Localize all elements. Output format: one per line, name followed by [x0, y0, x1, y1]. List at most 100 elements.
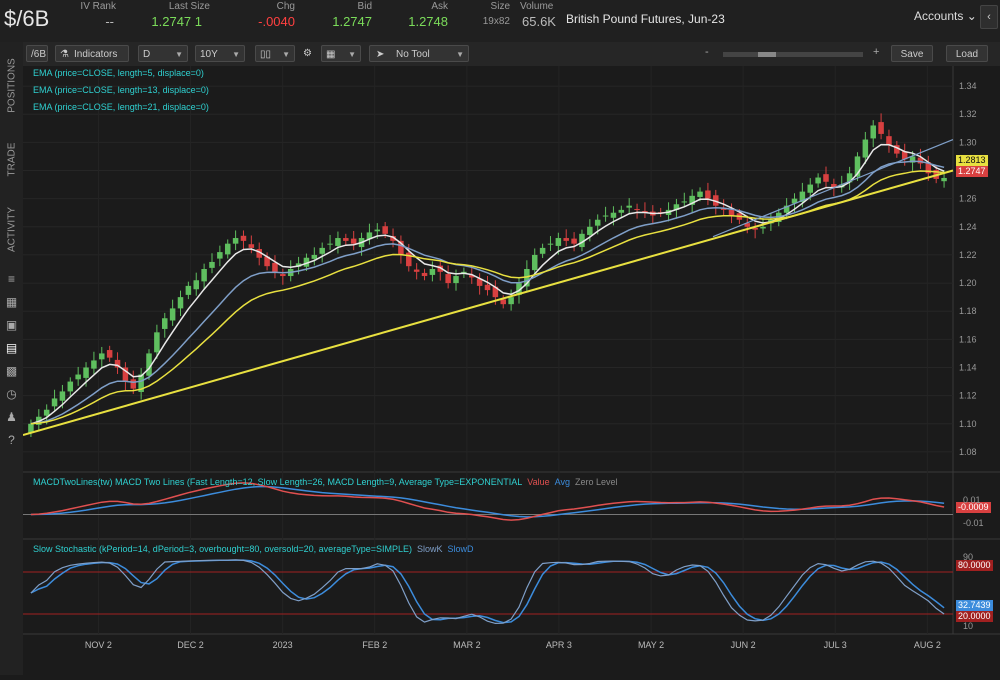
candle-body: [681, 201, 688, 203]
size-header: Size: [490, 1, 510, 12]
timeframe-select[interactable]: 10Y ▼: [195, 45, 245, 62]
indicators-button[interactable]: ⚗ Indicators: [55, 45, 129, 62]
candle-body: [154, 332, 160, 353]
tab-trade[interactable]: TRADE: [0, 132, 23, 192]
candle-body: [319, 247, 325, 254]
candle-body: [484, 284, 491, 291]
candle-body: [99, 353, 105, 360]
style-select[interactable]: ▦ ▼: [321, 45, 361, 62]
chart-area[interactable]: 1.341.321.301.281.261.241.221.201.181.16…: [22, 66, 1000, 675]
tab-trade-label: TRADE: [6, 142, 18, 177]
aggregation-select[interactable]: D ▼: [138, 45, 188, 62]
tab-activity[interactable]: ACTIVITY: [0, 202, 23, 262]
load-button[interactable]: Load: [946, 45, 988, 62]
caret-down-icon: ▼: [175, 50, 183, 59]
clipboard-icon[interactable]: ▣: [4, 318, 19, 332]
chevron-down-icon: ⌄: [966, 9, 977, 23]
symbol-field[interactable]: /6B: [26, 45, 48, 62]
list-icon[interactable]: ≡: [4, 272, 19, 286]
candle-body: [555, 238, 562, 246]
symbol-title[interactable]: $/6B: [4, 6, 49, 32]
last-size-header: Last Size: [168, 1, 210, 12]
ema5-label[interactable]: EMA (price=CLOSE, length=5, displace=0): [33, 68, 204, 78]
grid-icon[interactable]: ▩: [4, 364, 19, 378]
stoch-label-text: Slow Stochastic (kPeriod=14, dPeriod=3, …: [33, 544, 412, 554]
zoom-slider[interactable]: [723, 52, 863, 57]
ask-value: 1.2748: [408, 14, 448, 29]
ema13-label[interactable]: EMA (price=CLOSE, length=13, displace=0): [33, 85, 209, 95]
slowd-legend: SlowD: [447, 544, 474, 554]
candle-body: [232, 238, 239, 244]
candle-body: [91, 360, 97, 369]
macd-scale-bottom: -0.01: [963, 518, 984, 528]
stoch-label[interactable]: Slow Stochastic (kPeriod=14, dPeriod=3, …: [33, 544, 474, 554]
chg-value: -.0040: [258, 14, 295, 29]
candle-body: [421, 272, 428, 277]
chart-type-select[interactable]: ▯▯ ▼: [255, 45, 295, 62]
candle-body: [878, 122, 884, 134]
zoom-in-button[interactable]: +: [873, 46, 879, 58]
drawing-tool-select[interactable]: ➤ No Tool ▼: [369, 45, 469, 62]
stoch-scale-bottom: 10: [963, 621, 974, 631]
candle-body: [500, 299, 506, 305]
candle-body: [539, 247, 546, 254]
ema21-label[interactable]: EMA (price=CLOSE, length=21, displace=0): [33, 102, 209, 112]
people-icon[interactable]: ♟: [4, 410, 19, 424]
candle-body: [350, 238, 357, 244]
price-scale-label: 1.18: [959, 306, 977, 316]
candle-body: [201, 269, 207, 282]
size-value: 19x82: [482, 16, 510, 27]
candle-body: [571, 238, 577, 244]
candle-body: [531, 254, 538, 271]
candle-body: [508, 297, 514, 305]
macd-label[interactable]: MACDTwoLines(tw) MACD Two Lines (Fast Le…: [33, 477, 618, 487]
save-button[interactable]: Save: [891, 45, 933, 62]
candle-body: [870, 125, 876, 139]
tab-positions[interactable]: POSITIONS: [0, 52, 23, 122]
zoom-slider-thumb[interactable]: [758, 52, 776, 57]
x-axis-label: 2023: [273, 640, 293, 650]
candle-body: [413, 269, 420, 272]
indicators-label: Indicators: [74, 49, 118, 60]
candle-body: [823, 174, 829, 182]
clock-icon[interactable]: ◷: [4, 387, 19, 401]
candle-body: [240, 235, 247, 241]
bid-header: Bid: [357, 1, 372, 12]
left-chevron-icon[interactable]: ‹: [980, 5, 998, 29]
accounts-menu[interactable]: Accounts ⌄: [914, 9, 977, 23]
candle-body: [83, 367, 89, 378]
x-axis-label: JUN 2: [731, 640, 756, 650]
candle-body: [51, 398, 58, 407]
caret-down-icon: ▼: [456, 50, 464, 59]
gear-icon[interactable]: ⚙: [299, 45, 315, 62]
candle-body: [209, 261, 215, 268]
zoom-out-button[interactable]: -: [705, 46, 709, 58]
help-icon[interactable]: ?: [4, 433, 19, 447]
candle-body: [374, 229, 381, 232]
x-axis-label: NOV 2: [85, 640, 112, 650]
candle-body: [760, 226, 766, 229]
chg-header: Chg: [276, 1, 295, 12]
tab-positions-label: POSITIONS: [6, 58, 18, 113]
price-scale-label: 1.16: [959, 334, 977, 344]
candle-body: [169, 308, 176, 321]
table-icon[interactable]: ▦: [4, 295, 19, 309]
ask-header: Ask: [431, 1, 448, 12]
candle-body: [941, 177, 947, 182]
volume-value: 65.6K: [522, 14, 556, 29]
candle-body: [563, 238, 569, 241]
flask-icon: ⚗: [60, 49, 69, 60]
x-axis-label: MAY 2: [638, 640, 664, 650]
chart-icon[interactable]: ▤: [4, 341, 19, 355]
price-chart-svg[interactable]: 1.341.321.301.281.261.241.221.201.181.16…: [22, 66, 1000, 675]
price-scale-label: 1.20: [959, 278, 977, 288]
stoch-current-tag: 32.7439: [956, 600, 993, 611]
macd-scale-top: 0.01: [963, 495, 981, 505]
candle-body: [862, 139, 869, 158]
x-axis-label: JUL 3: [824, 640, 847, 650]
price-scale-label: 1.10: [959, 419, 977, 429]
chart-toolbar: /6B ⚗ Indicators D ▼ 10Y ▼ ▯▯ ▼ ⚙ ▦ ▼ ➤ No Too…: [23, 42, 1000, 67]
quote-bar: $/6B IV Rank -- Last Size 1.2747 1 Chg -…: [0, 0, 1000, 43]
macd-avg-legend: Avg: [554, 477, 570, 487]
price-scale-label: 1.30: [959, 137, 977, 147]
